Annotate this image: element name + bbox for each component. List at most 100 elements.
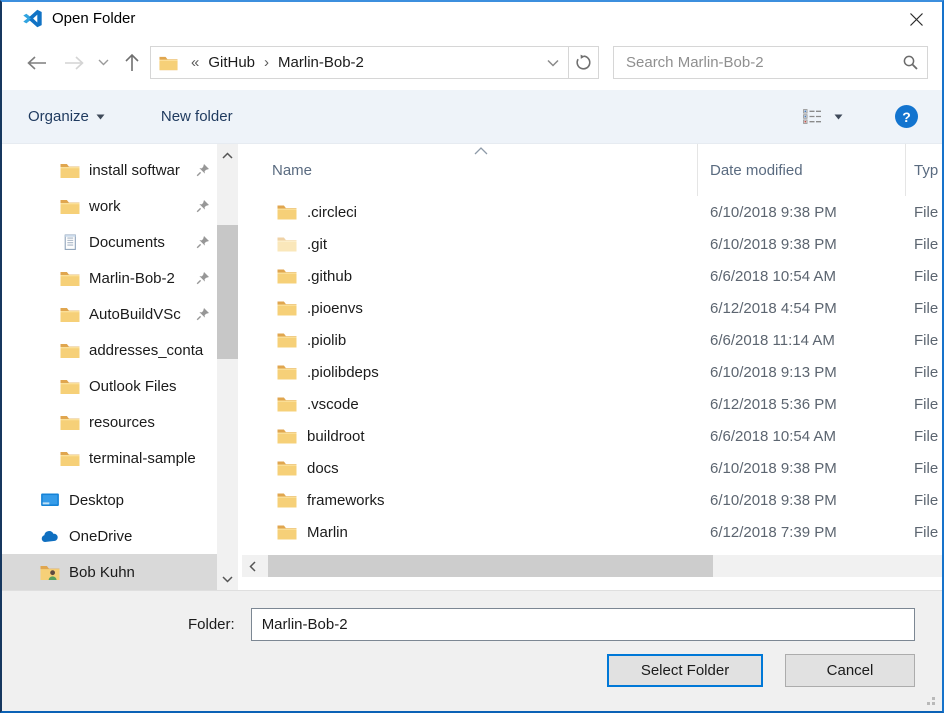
sidebar-item-onedrive[interactable]: OneDrive <box>2 518 217 554</box>
title-bar: Open Folder <box>2 2 942 35</box>
search-input[interactable] <box>626 54 902 71</box>
folder-name-input[interactable] <box>251 608 915 641</box>
file-name: frameworks <box>307 492 385 509</box>
file-name: buildroot <box>307 428 365 445</box>
file-date: 6/10/2018 9:13 PM <box>698 364 906 381</box>
dialog-footer: Folder: Select Folder Cancel <box>2 590 942 711</box>
close-icon <box>909 12 924 27</box>
file-row-git[interactable]: .git 6/10/2018 9:38 PM File <box>242 228 942 260</box>
caret-down-icon <box>96 114 105 120</box>
folder-icon <box>60 450 80 467</box>
file-row-frameworks[interactable]: frameworks 6/10/2018 9:38 PM File <box>242 484 942 516</box>
file-name: .git <box>307 236 327 253</box>
sidebar-item-documents[interactable]: Documents <box>2 224 217 260</box>
refresh-button[interactable] <box>569 46 599 79</box>
file-type: File <box>906 396 942 413</box>
folder-icon <box>60 306 80 323</box>
back-button[interactable] <box>18 46 56 80</box>
pin-icon <box>196 271 210 285</box>
file-row-vscode[interactable]: .vscode 6/12/2018 5:36 PM File <box>242 388 942 420</box>
help-button[interactable]: ? <box>895 105 918 128</box>
file-date: 6/6/2018 10:54 AM <box>698 268 906 285</box>
sidebar-item-autobuildvsc[interactable]: AutoBuildVSc <box>2 296 217 332</box>
scroll-down-arrow[interactable] <box>217 570 238 588</box>
file-row-piolibdeps[interactable]: .piolibdeps 6/10/2018 9:13 PM File <box>242 356 942 388</box>
sidebar-vertical-scrollbar[interactable] <box>217 144 238 590</box>
file-row-piolib[interactable]: .piolib 6/6/2018 11:14 AM File <box>242 324 942 356</box>
sidebar-item-label: Bob Kuhn <box>69 564 217 581</box>
search-box <box>613 46 928 79</box>
change-view-button[interactable] <box>803 109 843 124</box>
new-folder-button[interactable]: New folder <box>161 108 233 125</box>
select-folder-button[interactable]: Select Folder <box>607 654 763 687</box>
sidebar-item-bob-kuhn[interactable]: Bob Kuhn <box>2 554 217 590</box>
column-header-date-modified[interactable]: Date modified <box>698 144 906 196</box>
sidebar-item-label: resources <box>89 414 217 431</box>
sidebar-item-resources[interactable]: resources <box>2 404 217 440</box>
file-type: File <box>906 332 942 349</box>
file-row-circleci[interactable]: .circleci 6/10/2018 9:38 PM File <box>242 196 942 228</box>
column-headers: Name Date modified Typ <box>242 144 942 196</box>
up-button[interactable] <box>114 46 150 80</box>
file-date: 6/12/2018 4:54 PM <box>698 300 906 317</box>
sidebar-item-label: Desktop <box>69 492 217 509</box>
up-arrow-icon <box>124 53 140 73</box>
sidebar-item-install-software[interactable]: install softwar <box>2 152 217 188</box>
close-button[interactable] <box>898 5 934 33</box>
action-buttons: Select Folder Cancel <box>2 641 942 687</box>
organize-button[interactable]: Organize <box>28 108 105 125</box>
file-name: Marlin <box>307 524 348 541</box>
folder-icon <box>277 460 297 476</box>
sidebar-item-outlook-files[interactable]: Outlook Files <box>2 368 217 404</box>
file-date: 6/10/2018 9:38 PM <box>698 492 906 509</box>
file-name: docs <box>307 460 339 477</box>
scroll-up-arrow[interactable] <box>217 146 238 164</box>
folder-icon <box>277 268 297 284</box>
folder-label: Folder: <box>188 616 235 633</box>
folder-icon <box>60 198 80 215</box>
file-row-marlin[interactable]: Marlin 6/12/2018 7:39 PM File <box>242 516 942 548</box>
pin-icon <box>196 235 210 249</box>
sidebar-item-marlin-bob-2[interactable]: Marlin-Bob-2 <box>2 260 217 296</box>
file-row-docs[interactable]: docs 6/10/2018 9:38 PM File <box>242 452 942 484</box>
horizontal-scrollbar[interactable] <box>242 555 942 577</box>
folder-icon <box>60 270 80 287</box>
column-header-type[interactable]: Typ <box>906 144 942 196</box>
file-date: 6/6/2018 11:14 AM <box>698 332 906 349</box>
file-row-buildroot[interactable]: buildroot 6/6/2018 10:54 AM File <box>242 420 942 452</box>
details-view-icon <box>803 109 822 124</box>
resize-grip[interactable] <box>924 694 936 706</box>
sidebar-item-work[interactable]: work <box>2 188 217 224</box>
folder-icon <box>277 364 297 380</box>
file-row-github[interactable]: .github 6/6/2018 10:54 AM File <box>242 260 942 292</box>
file-name: .circleci <box>307 204 357 221</box>
sidebar-item-terminal-sample[interactable]: terminal-sample <box>2 440 217 476</box>
folder-icon <box>60 414 80 431</box>
open-folder-dialog: Open Folder <box>0 0 944 713</box>
cancel-button[interactable]: Cancel <box>785 654 915 687</box>
sidebar-item-addresses-contacts[interactable]: addresses_conta <box>2 332 217 368</box>
file-date: 6/12/2018 7:39 PM <box>698 524 906 541</box>
forward-button[interactable] <box>56 46 92 80</box>
breadcrumb-separator[interactable]: › <box>259 54 274 71</box>
sidebar-item-desktop[interactable]: Desktop <box>2 482 217 518</box>
file-name: .github <box>307 268 352 285</box>
vertical-scrollbar-thumb[interactable] <box>217 225 238 359</box>
file-name: .piolibdeps <box>307 364 379 381</box>
breadcrumb-segment-github[interactable]: GitHub <box>204 54 259 71</box>
file-list: Name Date modified Typ .circleci 6/10/20… <box>242 144 942 590</box>
column-header-name[interactable]: Name <box>242 144 698 196</box>
folder-icon <box>60 162 80 179</box>
breadcrumb-segment-current[interactable]: Marlin-Bob-2 <box>274 54 368 71</box>
breadcrumb-collapsed-indicator[interactable]: « <box>186 54 204 71</box>
folder-icon <box>277 396 297 412</box>
recent-locations-button[interactable] <box>92 46 114 80</box>
file-row-pioenvs[interactable]: .pioenvs 6/12/2018 4:54 PM File <box>242 292 942 324</box>
address-bar[interactable]: « GitHub › Marlin-Bob-2 <box>150 46 569 79</box>
search-icon[interactable] <box>902 54 919 71</box>
file-date: 6/10/2018 9:38 PM <box>698 236 906 253</box>
horizontal-scrollbar-thumb[interactable] <box>268 555 713 577</box>
folder-icon <box>277 492 297 508</box>
address-dropdown-button[interactable] <box>538 47 568 78</box>
scroll-left-arrow[interactable] <box>242 555 262 577</box>
